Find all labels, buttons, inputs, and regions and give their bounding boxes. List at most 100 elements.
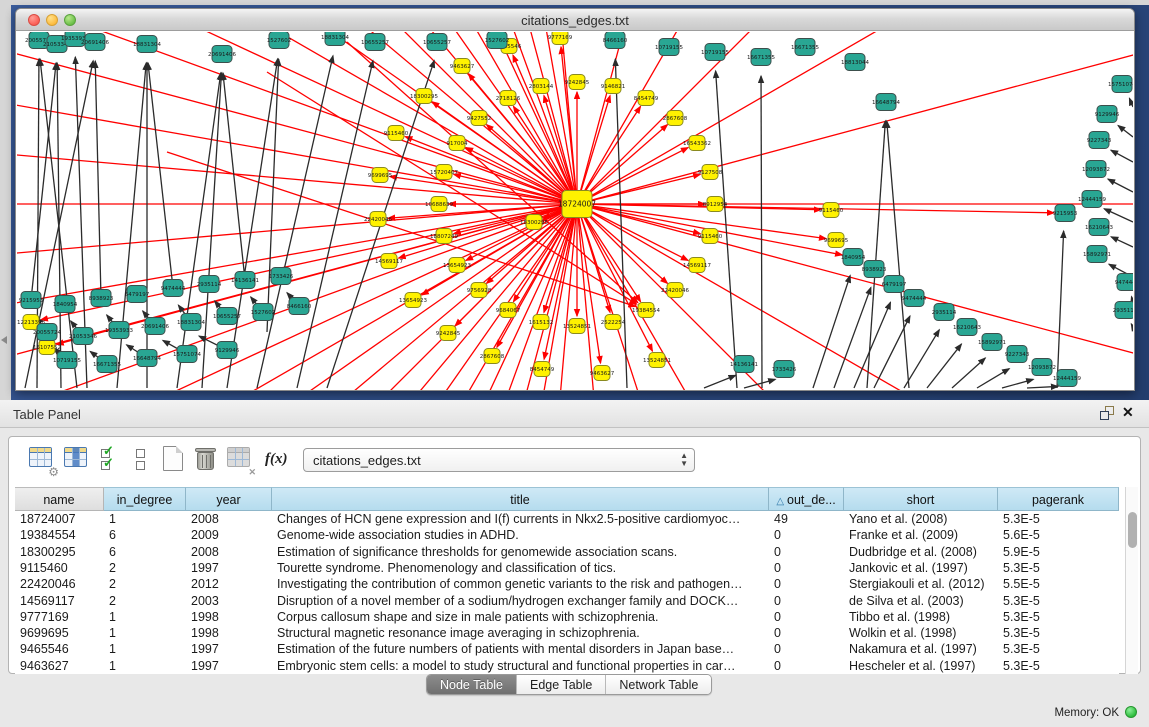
network-node-teal[interactable]: 12093872 — [1028, 359, 1056, 376]
table-cell-short[interactable]: Tibbo et al. (1998) — [844, 609, 998, 625]
network-node-yellow[interactable]: 2867608 — [480, 349, 505, 364]
network-node-teal[interactable]: 15892971 — [978, 334, 1006, 351]
network-node-yellow[interactable]: 9242845 — [565, 75, 590, 90]
table-selector-dropdown[interactable]: citations_edges.txt ▲▼ — [303, 448, 695, 472]
table-cell-in_degree[interactable]: 1 — [104, 641, 186, 657]
network-node-teal[interactable]: 15892971 — [1083, 246, 1111, 263]
table-cell-in_degree[interactable]: 6 — [104, 544, 186, 560]
citation-edge-black[interactable] — [952, 358, 985, 388]
table-cell-year[interactable]: 1997 — [186, 641, 272, 657]
float-panel-icon[interactable] — [1100, 406, 1116, 422]
table-cell-out_degree[interactable]: 0 — [769, 593, 844, 609]
column-header-out_degree[interactable]: △out_de... — [769, 487, 844, 511]
table-cell-pagerank[interactable]: 5.3E-5 — [998, 658, 1119, 674]
table-cell-year[interactable]: 2009 — [186, 527, 272, 543]
network-node-teal[interactable]: 15751074 — [173, 346, 201, 363]
table-row[interactable]: 946554611997Estimation of the future num… — [15, 641, 1119, 657]
network-node-teal[interactable]: 14136141 — [730, 356, 758, 373]
network-node-teal[interactable]: 16648794 — [133, 350, 161, 367]
network-node-teal[interactable]: 10719155 — [655, 39, 683, 56]
network-node-teal[interactable]: 18831304 — [133, 36, 161, 53]
citation-edge-black[interactable] — [1027, 386, 1058, 388]
network-node-yellow[interactable]: 9463627 — [450, 59, 475, 74]
citation-edge-black[interactable] — [1108, 179, 1133, 192]
select-all-icon[interactable]: ✓✓ — [101, 449, 127, 475]
network-node-yellow[interactable]: 9463627 — [590, 366, 615, 381]
table-cell-short[interactable]: Yano et al. (2008) — [844, 511, 998, 527]
network-node-teal[interactable]: 10655257 — [361, 34, 389, 51]
table-cell-name[interactable]: 9699695 — [15, 625, 104, 641]
table-cell-title[interactable]: Investigating the contribution of common… — [272, 576, 769, 592]
network-node-teal[interactable]: 16671355 — [791, 39, 819, 56]
table-cell-name[interactable]: 18300295 — [15, 544, 104, 560]
network-node-yellow[interactable]: 9242845 — [436, 326, 461, 341]
network-node-yellow[interactable]: 9115460 — [819, 203, 844, 218]
network-node-yellow[interactable]: 8454749 — [634, 91, 659, 106]
network-node-teal[interactable]: 9227343 — [1087, 132, 1112, 149]
citation-edge-black[interactable] — [31, 63, 56, 300]
network-node-teal[interactable]: 9474444 — [1115, 274, 1133, 291]
table-cell-out_degree[interactable]: 49 — [769, 511, 844, 527]
column-header-short[interactable]: short — [844, 487, 998, 511]
network-node-teal[interactable]: 12444159 — [1078, 191, 1106, 208]
citation-edge-black[interactable] — [1111, 150, 1133, 162]
network-node-teal[interactable]: 8938923 — [862, 261, 887, 278]
table-cell-pagerank[interactable]: 5.3E-5 — [998, 560, 1119, 576]
network-node-yellow[interactable]: 9756928 — [467, 283, 492, 298]
table-row[interactable]: 969969511998Structural magnetic resonanc… — [15, 625, 1119, 641]
table-cell-title[interactable]: Estimation of the future numbers of pati… — [272, 641, 769, 657]
network-node-yellow[interactable]: 9699695 — [368, 168, 393, 183]
network-node-teal[interactable]: 16671355 — [747, 49, 775, 66]
table-cell-title[interactable]: Embryonic stem cells: a model to study s… — [272, 658, 769, 674]
table-cell-title[interactable]: Disruption of a novel member of a sodium… — [272, 593, 769, 609]
table-row[interactable]: 2242004622012Investigating the contribut… — [15, 576, 1119, 592]
tab-node-table[interactable]: Node Table — [427, 675, 517, 694]
citation-edge-red[interactable] — [17, 32, 577, 204]
table-settings-icon[interactable]: ⚙ — [29, 447, 55, 473]
table-row[interactable]: 1938455462009Genome-wide association stu… — [15, 527, 1119, 543]
function-builder-icon[interactable]: f(x) — [265, 451, 288, 468]
network-node-teal[interactable]: 6479197 — [882, 276, 907, 293]
network-node-yellow[interactable]: 8454749 — [530, 362, 555, 377]
citation-edge-black[interactable] — [977, 369, 1009, 388]
network-node-teal[interactable]: 20691406 — [81, 34, 109, 51]
network-node-yellow[interactable]: 917004 — [447, 136, 468, 151]
table-cell-pagerank[interactable]: 5.3E-5 — [998, 593, 1119, 609]
table-cell-short[interactable]: Nakamura et al. (1997) — [844, 641, 998, 657]
network-node-yellow[interactable]: 9777169 — [548, 32, 573, 45]
network-node-teal[interactable]: 6479197 — [125, 286, 150, 303]
vertical-scrollbar[interactable] — [1125, 487, 1138, 674]
network-node-teal[interactable]: 2935114 — [197, 276, 222, 293]
network-node-teal[interactable]: 16210643 — [953, 319, 981, 336]
citation-edge-red[interactable] — [577, 204, 1054, 213]
column-header-pagerank[interactable]: pagerank — [998, 487, 1119, 511]
network-node-yellow[interactable]: 9699695 — [824, 233, 849, 248]
citation-edge-black[interactable] — [202, 73, 221, 388]
citation-edge-black[interactable] — [1111, 237, 1133, 247]
citation-edge-black[interactable] — [297, 61, 373, 388]
table-cell-out_degree[interactable]: 0 — [769, 544, 844, 560]
citation-edge-black[interactable] — [1002, 379, 1033, 388]
citation-edge-black[interactable] — [227, 59, 278, 388]
table-cell-short[interactable]: Hescheler et al. (1997) — [844, 658, 998, 674]
table-cell-out_degree[interactable]: 0 — [769, 658, 844, 674]
network-node-teal[interactable]: 8938923 — [89, 290, 114, 307]
network-node-teal[interactable]: 9129946 — [1095, 106, 1120, 123]
network-node-teal[interactable]: 9474444 — [161, 280, 186, 297]
network-node-teal[interactable]: 9215953 — [19, 292, 44, 309]
network-node-teal[interactable]: 10655257 — [423, 34, 451, 51]
network-node-yellow[interactable]: 14569117 — [375, 254, 403, 269]
network-node-teal[interactable]: 1733426 — [772, 361, 797, 378]
network-node-teal[interactable]: 16210643 — [1085, 219, 1113, 236]
table-cell-short[interactable]: Franke et al. (2009) — [844, 527, 998, 543]
network-node-teal[interactable]: 12093872 — [1082, 161, 1110, 178]
table-cell-year[interactable]: 1998 — [186, 609, 272, 625]
network-node-teal[interactable]: 9474444 — [902, 290, 927, 307]
network-node-teal[interactable]: 9215953 — [1053, 205, 1078, 222]
table-cell-in_degree[interactable]: 2 — [104, 560, 186, 576]
network-node-yellow[interactable]: 10688639 — [425, 197, 453, 212]
citation-edge-black[interactable] — [257, 56, 333, 388]
table-cell-pagerank[interactable]: 5.3E-5 — [998, 609, 1119, 625]
table-cell-out_degree[interactable]: 0 — [769, 527, 844, 543]
network-node-teal[interactable]: 20691406 — [208, 46, 236, 63]
